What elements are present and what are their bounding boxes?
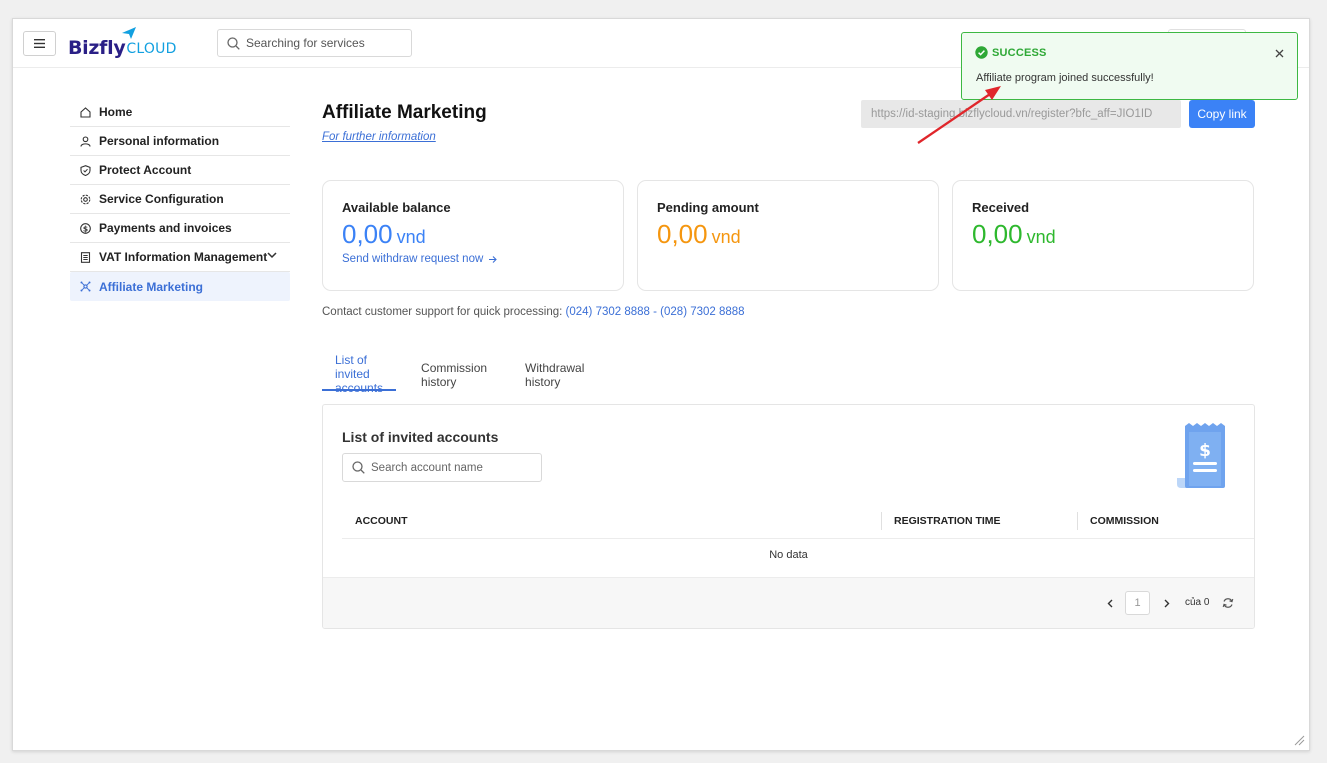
sidebar-item-protect-account[interactable]: Protect Account xyxy=(70,156,290,185)
contact-support-text: Contact customer support for quick proce… xyxy=(322,306,745,318)
paper-plane-icon xyxy=(122,27,136,39)
logo-text-cloud: CLOUD xyxy=(126,41,177,57)
chevron-down-icon[interactable] xyxy=(267,252,277,259)
tab-withdrawal-history[interactable]: Withdrawal history xyxy=(512,359,597,391)
phone-link-hcm[interactable]: (028) 7302 8888 xyxy=(660,306,744,318)
sidebar-item-personal-information[interactable]: Personal information xyxy=(70,127,290,156)
sidebar-item-label: VAT Information Management xyxy=(99,250,268,264)
card-label: Available balance xyxy=(342,200,451,215)
sidebar-item-payments-and-invoices[interactable]: $ Payments and invoices xyxy=(70,214,290,243)
sidebar-item-label: Affiliate Marketing xyxy=(99,279,204,294)
svg-text:$: $ xyxy=(83,224,88,233)
search-placeholder: Searching for services xyxy=(246,36,365,50)
invoice-illustration-icon: $ xyxy=(1177,423,1225,488)
toast-header: SUCCESS xyxy=(975,46,1047,59)
amount-unit: vnd xyxy=(396,227,426,247)
pending-amount: 0,00 vnd xyxy=(657,219,938,250)
amount-value: 0,00 xyxy=(342,219,393,249)
chevron-left-icon xyxy=(1107,599,1113,607)
card-label: Pending amount xyxy=(657,200,759,215)
sidebar-item-home[interactable]: Home xyxy=(70,98,290,127)
tab-list-of-invited-accounts[interactable]: List of invited accounts xyxy=(322,353,397,395)
referral-link-field[interactable]: https://id-staging.bizflycloud.vn/regist… xyxy=(861,100,1181,128)
invoice-icon xyxy=(80,251,91,263)
balance-amount: 0,00 vnd xyxy=(342,219,623,250)
resize-handle-icon[interactable] xyxy=(1293,734,1305,746)
amount-unit: vnd xyxy=(711,227,741,247)
sidebar-item-label: Personal information xyxy=(99,134,220,148)
sidebar-item-service-configuration[interactable]: Service Configuration xyxy=(70,185,290,214)
sidebar: Home Personal information Protect Accoun… xyxy=(70,98,290,301)
affiliate-icon xyxy=(80,281,91,292)
received-card: Received 0,00 vnd xyxy=(952,180,1254,291)
user-icon xyxy=(80,135,91,147)
service-search-input[interactable]: Searching for services xyxy=(217,29,412,57)
sidebar-item-label: Service Configuration xyxy=(99,192,224,206)
page-total-label: của 0 xyxy=(1185,597,1210,608)
close-icon xyxy=(1275,49,1283,57)
page-number-input[interactable]: 1 xyxy=(1125,591,1150,615)
available-balance-card: Available balance 0,00 vnd Send withdraw… xyxy=(322,180,624,291)
withdraw-label: Send withdraw request now xyxy=(342,253,484,265)
hamburger-icon xyxy=(34,39,45,48)
sidebar-item-label: Payments and invoices xyxy=(99,221,232,235)
toast-close-button[interactable] xyxy=(1272,46,1286,60)
amount-value: 0,00 xyxy=(972,219,1023,249)
menu-toggle-button[interactable] xyxy=(23,31,56,56)
arrow-right-icon xyxy=(489,255,498,263)
refresh-icon xyxy=(1222,598,1234,608)
chevron-right-icon xyxy=(1164,599,1170,607)
phone-link-hanoi[interactable]: (024) 7302 8888 xyxy=(566,306,650,318)
amount-unit: vnd xyxy=(1026,227,1056,247)
empty-state-text: No data xyxy=(769,549,808,561)
sidebar-item-label: Home xyxy=(99,105,133,119)
annotation-arrow-icon xyxy=(917,86,1001,144)
tab-commission-history[interactable]: Commission history xyxy=(408,359,500,391)
shield-icon xyxy=(80,164,91,176)
bizfly-logo[interactable]: Bizfly CLOUD xyxy=(68,27,177,59)
amount-value: 0,00 xyxy=(657,219,708,249)
dollar-icon: $ xyxy=(80,222,91,234)
tabs: List of invited accounts Commission hist… xyxy=(322,353,609,395)
check-circle-icon xyxy=(975,46,988,59)
search-icon xyxy=(352,461,365,474)
phone-separator: - xyxy=(649,306,661,318)
account-search-input[interactable]: Search account name xyxy=(342,453,542,482)
send-withdraw-request-link[interactable]: Send withdraw request now xyxy=(342,253,623,265)
received-amount: 0,00 vnd xyxy=(972,219,1253,250)
search-icon xyxy=(227,36,240,50)
home-icon xyxy=(80,106,91,118)
gear-icon xyxy=(80,194,91,205)
svg-text:$: $ xyxy=(1199,441,1211,461)
page-title: Affiliate Marketing xyxy=(322,102,487,123)
column-header-commission: COMMISSION xyxy=(1077,503,1254,538)
next-page-button[interactable] xyxy=(1160,596,1174,610)
sidebar-item-label: Protect Account xyxy=(99,163,192,177)
panel-title: List of invited accounts xyxy=(342,429,499,445)
sidebar-item-vat-information-management[interactable]: VAT Information Management xyxy=(70,243,290,272)
column-header-account: ACCOUNT xyxy=(355,514,408,527)
search-placeholder: Search account name xyxy=(371,461,483,474)
table-header: ACCOUNT REGISTRATION TIME COMMISSION xyxy=(342,503,1254,539)
further-information-link[interactable]: For further information xyxy=(322,131,436,143)
app-window: Bizfly CLOUD Searching for services Home xyxy=(12,18,1310,751)
prev-page-button[interactable] xyxy=(1103,596,1117,610)
contact-label: Contact customer support for quick proce… xyxy=(322,306,566,318)
refresh-button[interactable] xyxy=(1221,596,1235,610)
invited-accounts-panel: List of invited accounts Search account … xyxy=(322,404,1255,629)
pagination: 1 của 0 xyxy=(323,577,1254,628)
logo-text-bizfly: Bizfly xyxy=(68,37,126,59)
pending-amount-card: Pending amount 0,00 vnd xyxy=(637,180,939,291)
sidebar-item-affiliate-marketing[interactable]: Affiliate Marketing xyxy=(70,272,290,301)
copy-link-button[interactable]: Copy link xyxy=(1189,100,1255,128)
success-toast: SUCCESS Affiliate program joined success… xyxy=(961,32,1298,100)
card-label: Received xyxy=(972,200,1030,215)
column-header-registration-time: REGISTRATION TIME xyxy=(881,503,1077,538)
toast-type: SUCCESS xyxy=(992,46,1047,59)
